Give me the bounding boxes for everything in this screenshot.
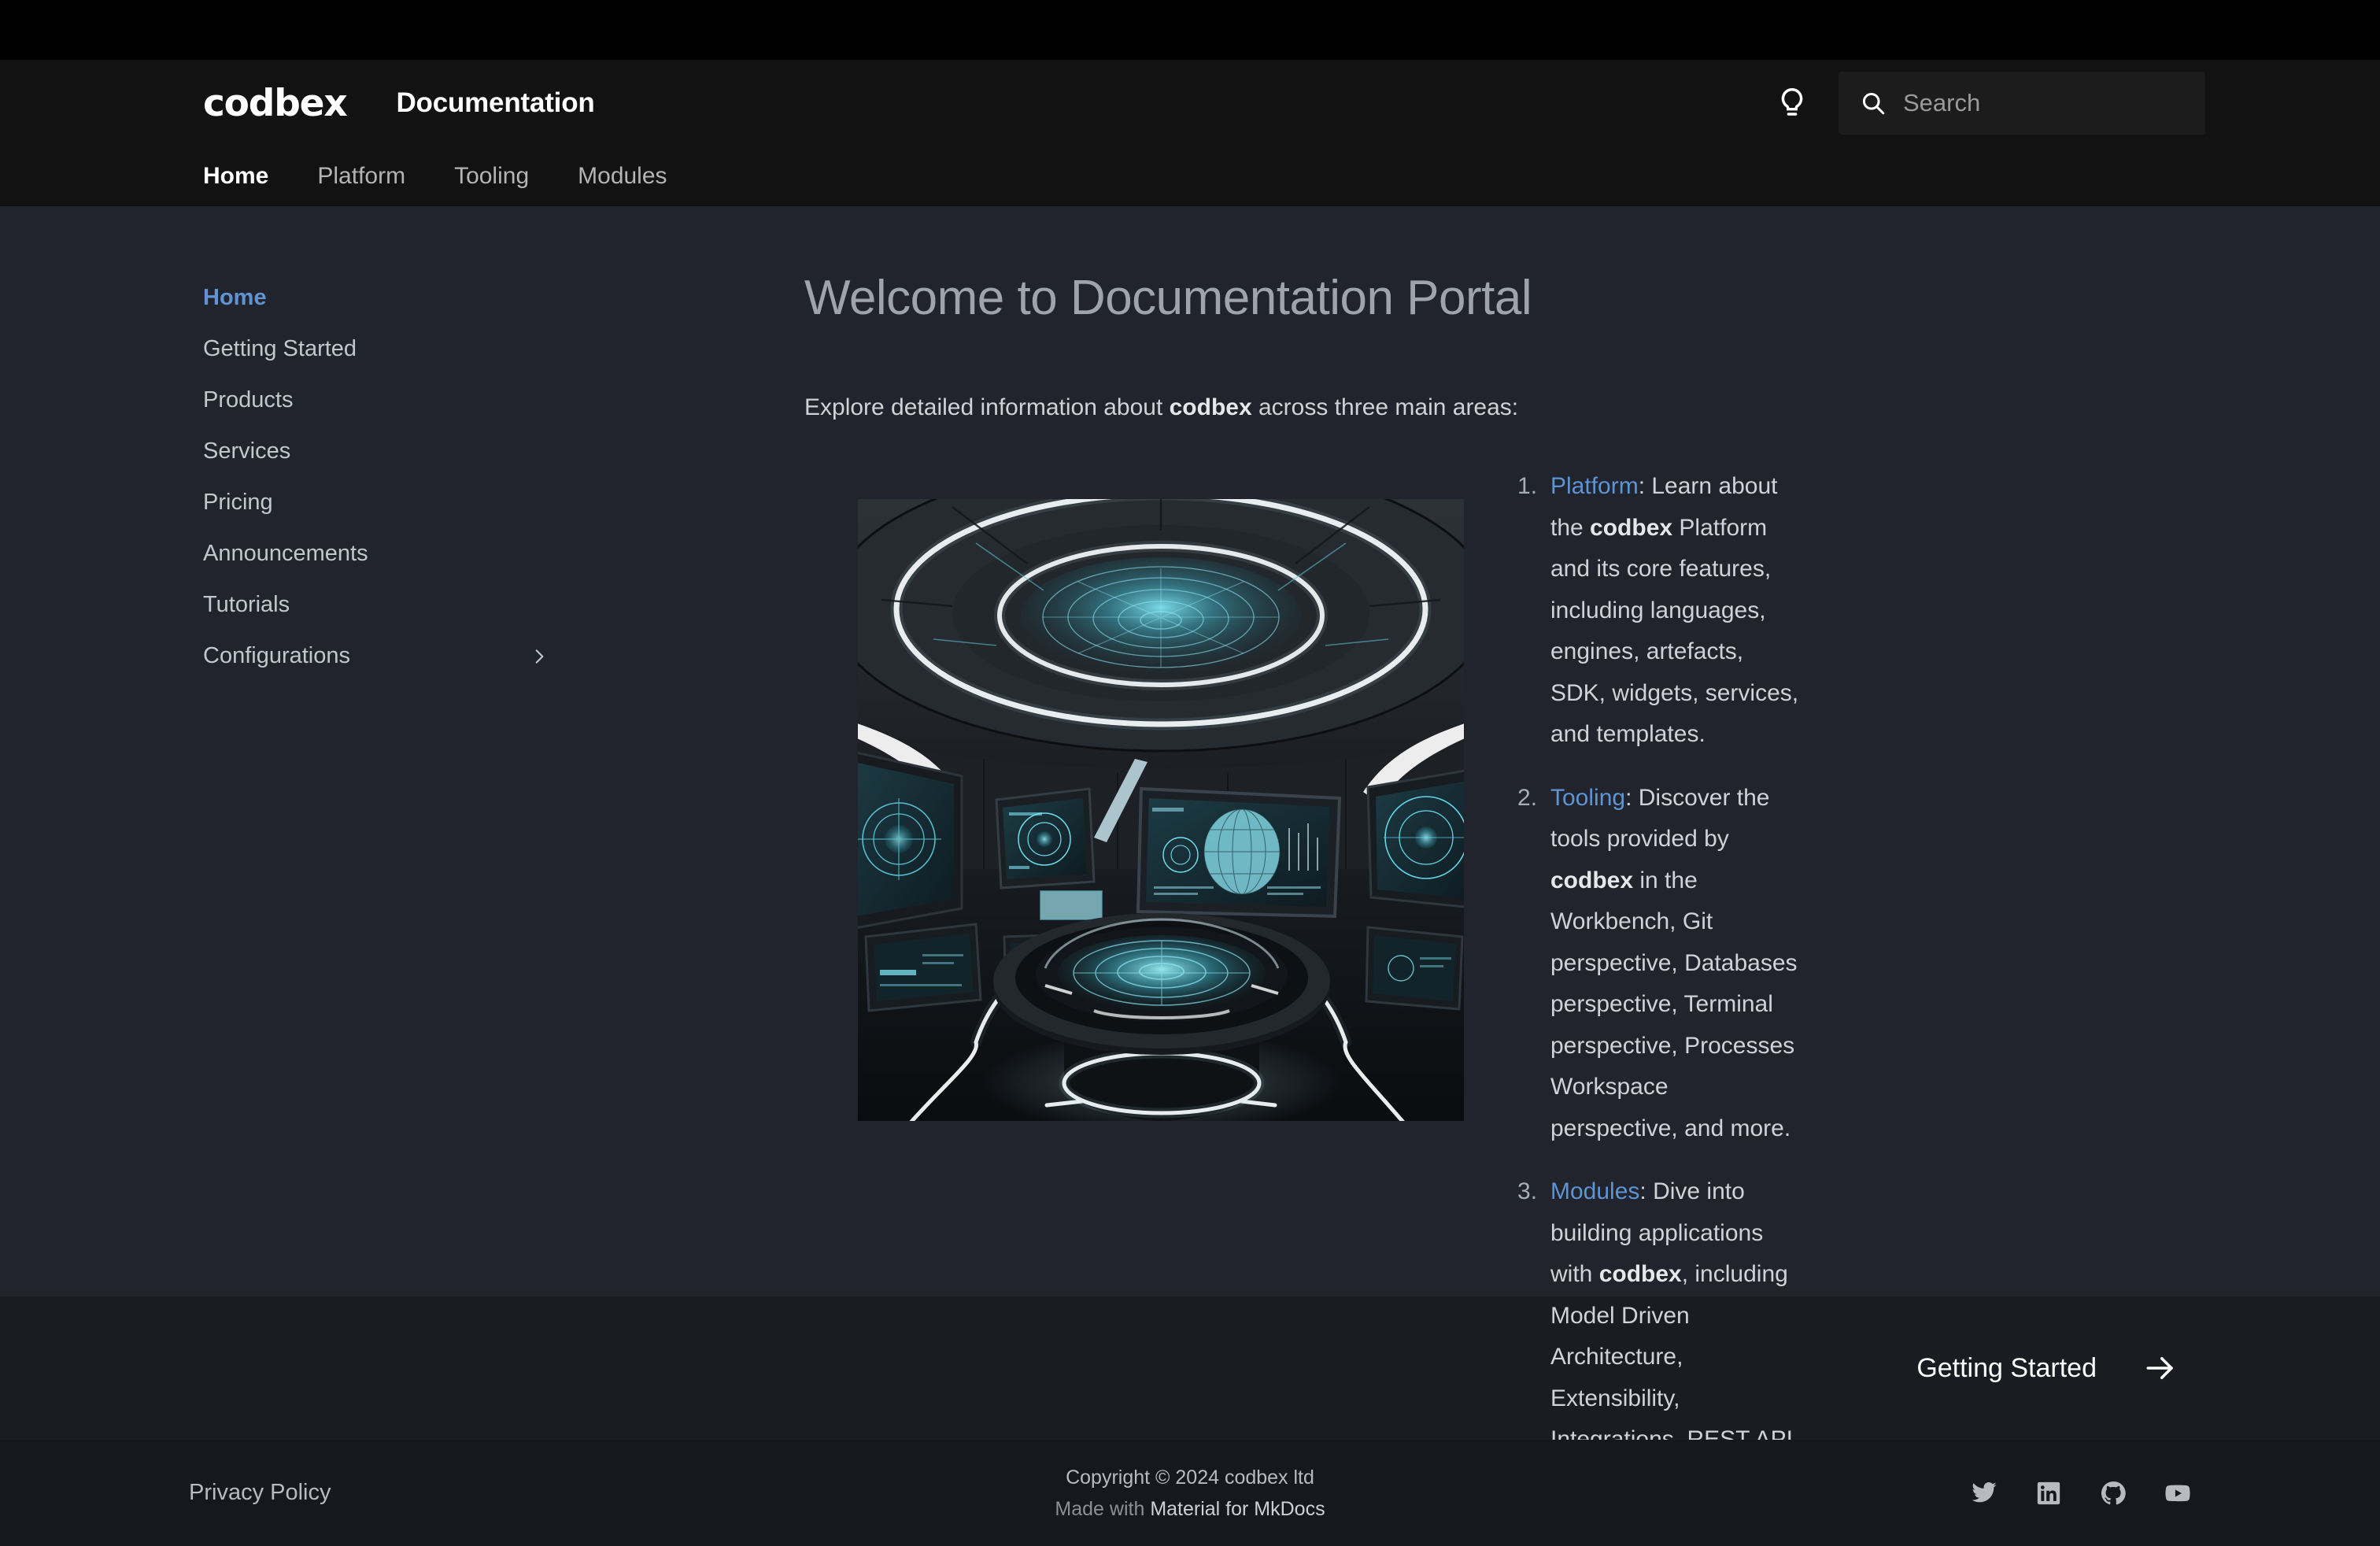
tab-modules[interactable]: Modules: [578, 163, 667, 190]
search-icon: [1862, 92, 1885, 115]
brand-logo[interactable]: codbex: [203, 82, 348, 125]
primary-tabs: Home Platform Tooling Modules: [0, 146, 2380, 206]
made-with-prefix: Made with: [1055, 1497, 1151, 1520]
main-content: Welcome to Documentation Portal Explore …: [597, 268, 1801, 1494]
lightbulb-glyph: [1781, 88, 1803, 116]
sidebar-item-getting-started[interactable]: Getting Started: [203, 324, 597, 375]
tab-platform[interactable]: Platform: [317, 163, 405, 190]
sidebar-item-home[interactable]: Home: [203, 272, 597, 324]
intro-text-before: Explore detailed information about: [804, 394, 1170, 420]
sidebar-item-configurations[interactable]: Configurations: [203, 631, 597, 682]
site-title[interactable]: Documentation: [396, 87, 594, 119]
sidebar-item-tutorials[interactable]: Tutorials: [203, 579, 597, 631]
sidebar-item-label: Pricing: [203, 490, 273, 515]
chevron-right-icon: [535, 649, 544, 664]
github-icon[interactable]: [2100, 1480, 2127, 1507]
footer-meta: Privacy Policy Copyright © 2024 codbex l…: [0, 1440, 2380, 1546]
sidebar-item-label: Announcements: [203, 541, 368, 566]
sidebar-item-products[interactable]: Products: [203, 375, 597, 426]
intro-text-after: across three main areas:: [1251, 394, 1519, 420]
search-input[interactable]: [1903, 89, 2217, 117]
link-modules[interactable]: Modules: [1550, 1178, 1639, 1204]
footer-nav: Getting Started: [0, 1296, 2380, 1440]
hero-illustration-graphic: [858, 499, 1464, 1121]
link-platform[interactable]: Platform: [1550, 473, 1639, 499]
social-links: [1971, 1480, 2191, 1507]
sidebar-item-announcements[interactable]: Announcements: [203, 528, 597, 579]
hero-illustration: [858, 499, 1464, 1121]
list-item: Tooling: Discover the tools provided by …: [1517, 778, 1801, 1150]
browser-top-strip: [0, 0, 2380, 60]
search-box[interactable]: [1839, 72, 2217, 135]
youtube-icon[interactable]: [2164, 1480, 2191, 1507]
intro-paragraph: Explore detailed information about codbe…: [804, 387, 1801, 429]
areas-list: Platform: Learn about the codbex Platfor…: [1517, 466, 1801, 1524]
page-root: codbex Documentation Home Platform Tool: [0, 0, 2380, 1546]
lightbulb-icon[interactable]: [1774, 85, 1810, 121]
sidebar-nav: Home Getting Started Products Services P…: [203, 268, 597, 1296]
sidebar-item-label: Configurations: [203, 643, 350, 668]
area-brand: codbex: [1590, 514, 1673, 541]
made-with-text: Made with Material for MkDocs: [1055, 1493, 1325, 1525]
tab-home[interactable]: Home: [203, 163, 268, 190]
site-header: codbex Documentation Home Platform Tool: [0, 60, 2380, 206]
header-top-row: codbex Documentation: [0, 60, 2380, 146]
sidebar-item-label: Home: [203, 285, 267, 310]
sidebar-item-pricing[interactable]: Pricing: [203, 477, 597, 528]
body-area: Home Getting Started Products Services P…: [0, 206, 2380, 1494]
privacy-policy-link[interactable]: Privacy Policy: [189, 1480, 331, 1506]
area-text-2: Platform and its core features, includin…: [1550, 514, 1799, 748]
sidebar-item-label: Services: [203, 438, 291, 464]
area-brand: codbex: [1550, 867, 1634, 893]
sidebar-item-services[interactable]: Services: [203, 426, 597, 477]
next-page-link[interactable]: Getting Started: [1916, 1352, 2177, 1385]
copyright-block: Copyright © 2024 codbex ltd Made with Ma…: [1055, 1462, 1325, 1525]
sidebar-item-label: Tutorials: [203, 592, 290, 617]
tab-tooling[interactable]: Tooling: [454, 163, 529, 190]
intro-brand: codbex: [1169, 394, 1252, 420]
linkedin-icon[interactable]: [2035, 1480, 2062, 1507]
list-item: Platform: Learn about the codbex Platfor…: [1517, 466, 1801, 756]
page-title: Welcome to Documentation Portal: [804, 271, 1532, 325]
sidebar-item-label: Products: [203, 387, 294, 412]
link-tooling[interactable]: Tooling: [1550, 785, 1625, 811]
next-page-label: Getting Started: [1916, 1352, 2097, 1383]
twitter-icon[interactable]: [1971, 1480, 1998, 1507]
area-text-2: in the Workbench, Git perspective, Datab…: [1550, 867, 1798, 1141]
area-brand: codbex: [1598, 1261, 1682, 1287]
copyright-text: Copyright © 2024 codbex ltd: [1066, 1466, 1314, 1489]
sidebar-item-label: Getting Started: [203, 336, 357, 361]
material-mkdocs-link[interactable]: Material for MkDocs: [1150, 1498, 1325, 1520]
arrow-right-icon: [2146, 1357, 2173, 1379]
